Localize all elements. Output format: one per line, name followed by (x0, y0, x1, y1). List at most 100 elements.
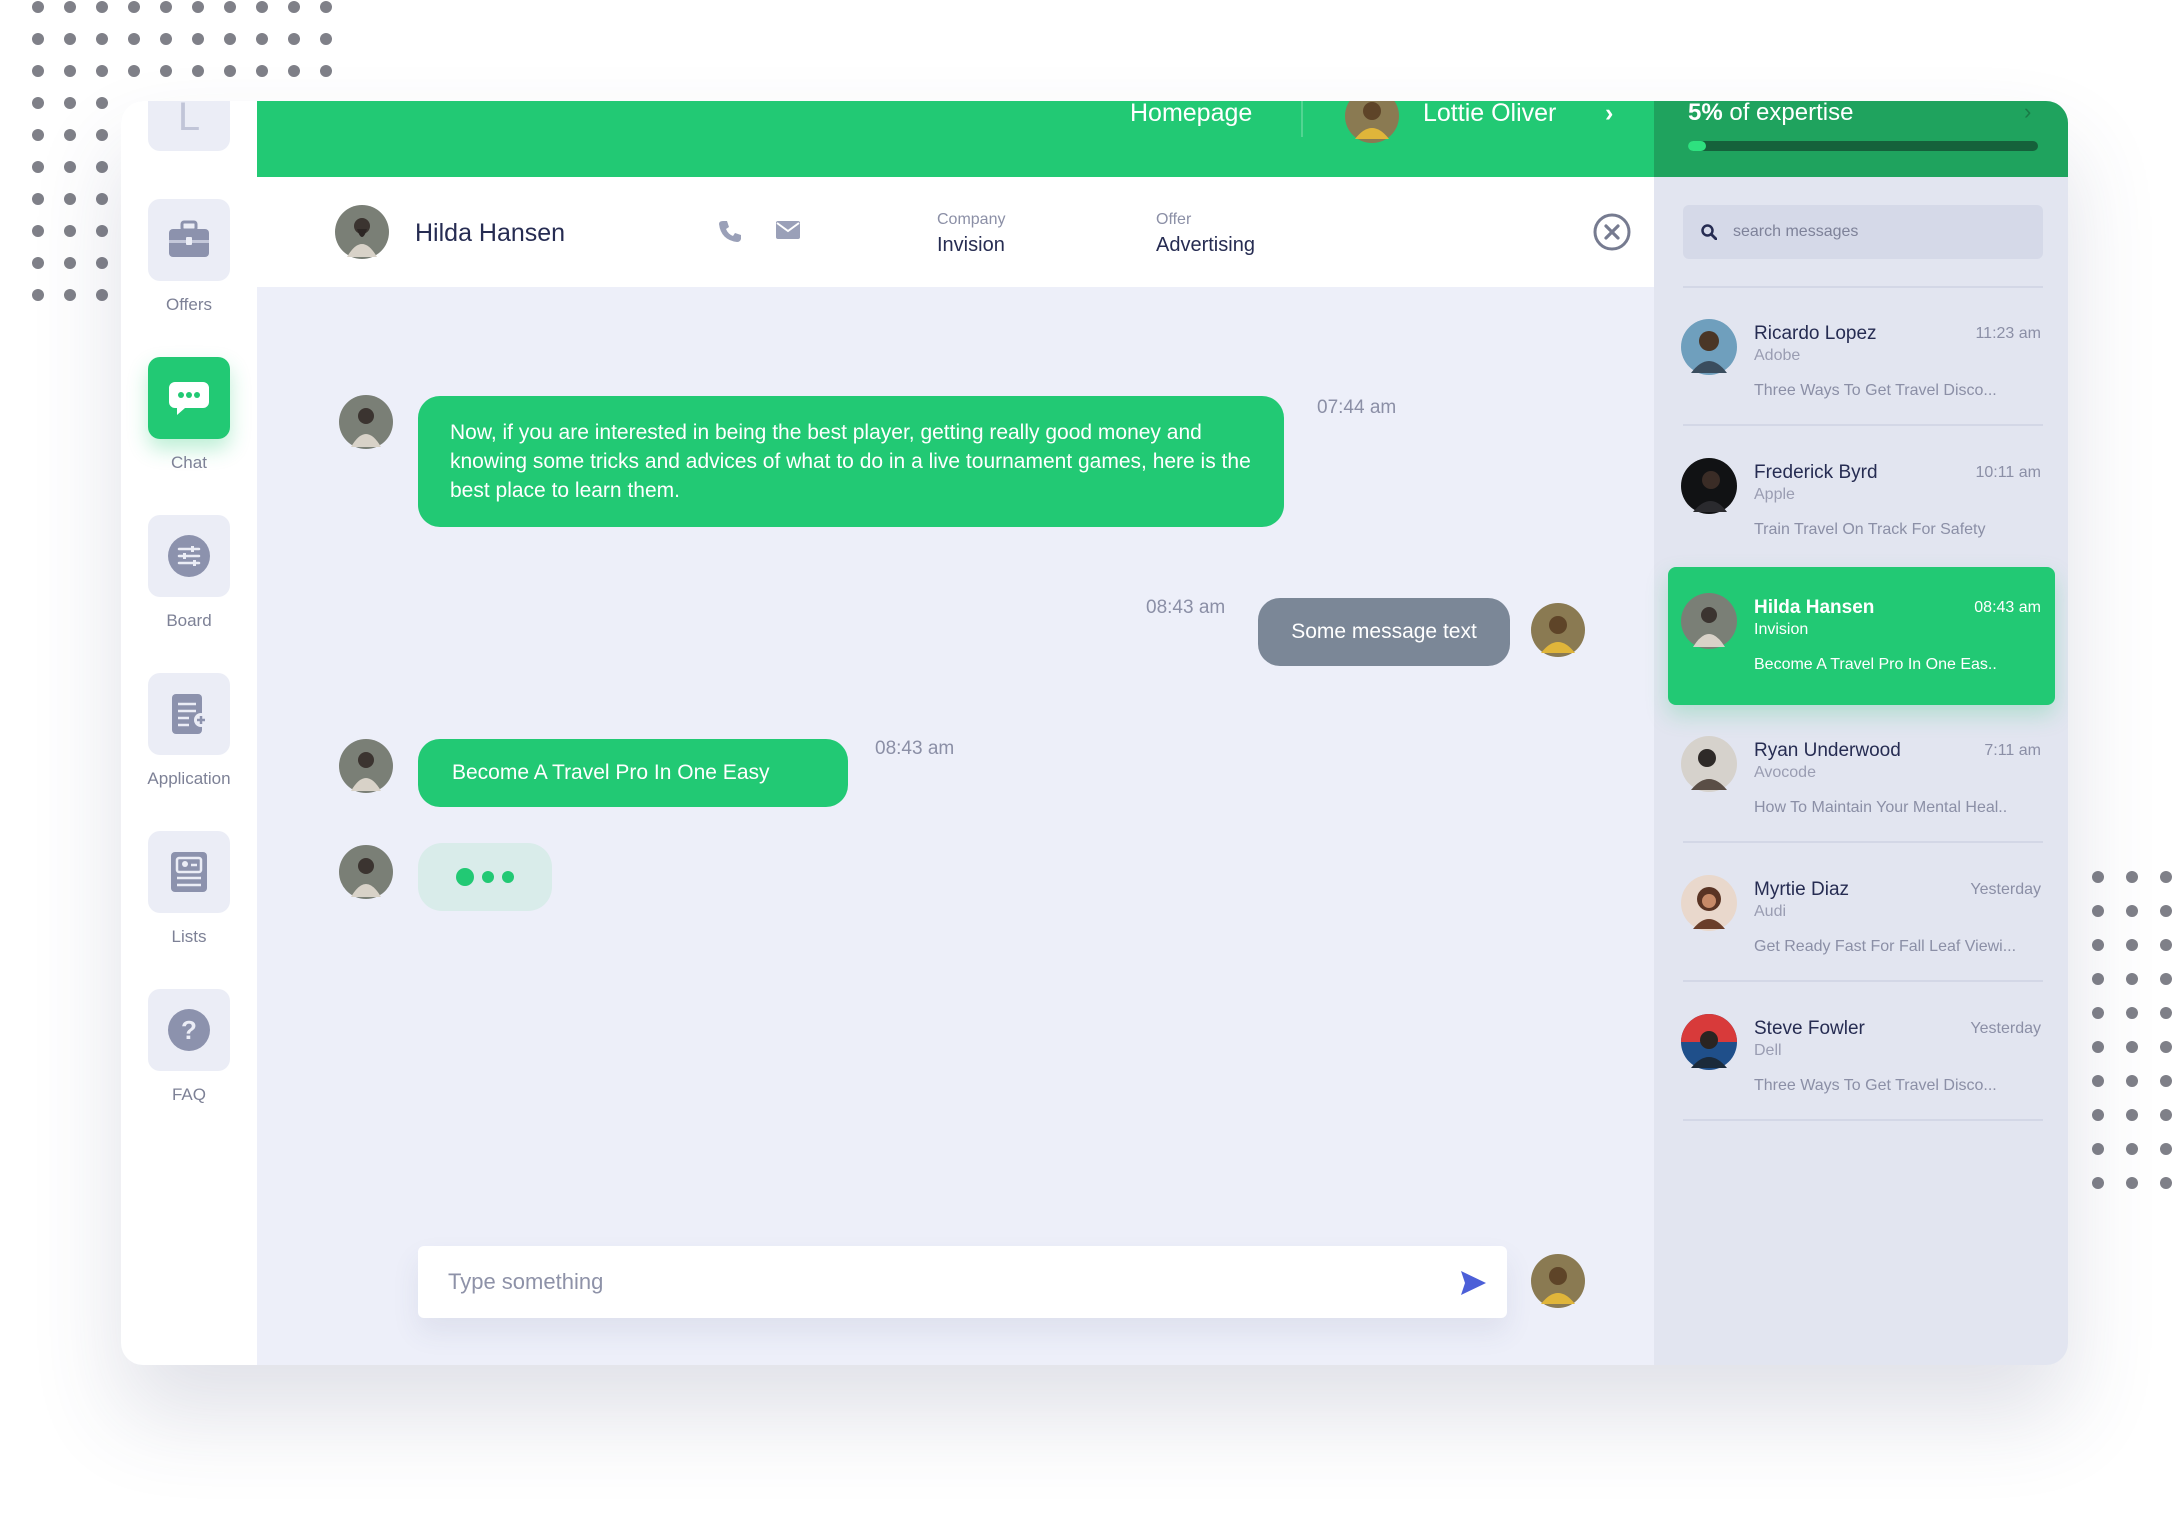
expertise-label: of expertise (1729, 101, 1854, 126)
message-avatar (339, 739, 393, 793)
decorative-dot (2160, 1177, 2172, 1189)
decorative-dot (64, 161, 76, 173)
user-menu-chevron-icon[interactable]: › (1605, 101, 1613, 128)
message-timestamp: 08:43 am (1146, 597, 1226, 618)
decorative-dot (2126, 1075, 2138, 1087)
conversation-preview: Become A Travel Pro In One Eas.. (1754, 656, 1997, 673)
conversation-item[interactable]: Steve Fowler Yesterday Dell Three Ways T… (1668, 988, 2055, 1126)
decorative-dot (32, 193, 44, 205)
decorative-dot (192, 1, 204, 13)
conversation-item[interactable]: Myrtie Diaz Yesterday Audi Get Ready Fas… (1668, 849, 2055, 987)
nav-label-lists: Lists (171, 927, 207, 946)
company-value: Invision (937, 234, 1005, 256)
decorative-dot (2092, 1007, 2104, 1019)
conversation-name: Steve Fowler (1754, 1018, 1865, 1039)
decorative-dot-grid-right (2060, 870, 2178, 1210)
decorative-dot (2160, 1143, 2172, 1155)
conversation-preview: How To Maintain Your Mental Heal.. (1754, 799, 2008, 816)
decorative-dot (2092, 905, 2104, 917)
conversation-company: Invision (1754, 621, 1809, 638)
decorative-dot (32, 129, 44, 141)
nav-item-application[interactable]: Application (121, 673, 257, 813)
current-user-name[interactable]: Lottie Oliver (1423, 101, 1556, 128)
conversation-avatar (1681, 593, 1737, 649)
send-icon[interactable] (1458, 1268, 1488, 1298)
message-avatar (339, 395, 393, 449)
nav-item-board[interactable]: Board (121, 515, 257, 655)
conversation-company: Apple (1754, 486, 1795, 503)
message-input[interactable] (448, 1246, 1428, 1318)
svg-text:?: ? (181, 1015, 197, 1045)
decorative-dot (96, 129, 108, 141)
expertise-text: 5% of expertise (1688, 101, 1853, 127)
nav-label-board: Board (166, 611, 212, 630)
decorative-dot (2126, 973, 2138, 985)
homepage-link[interactable]: Homepage (1130, 101, 1252, 128)
composer-user-avatar (1531, 1254, 1585, 1308)
left-sidebar: L Offers Chat Board Application Lists ? … (121, 101, 257, 1365)
typing-dot (502, 871, 514, 883)
current-user-avatar[interactable] (1345, 101, 1399, 143)
contact-name: Hilda Hansen (415, 219, 566, 247)
nav-item-lists[interactable]: Lists (121, 831, 257, 971)
offer-label: Offer (1156, 211, 1192, 228)
close-chat-icon[interactable] (1592, 212, 1632, 252)
contact-avatar[interactable] (335, 205, 389, 259)
conversation-company: Dell (1754, 1042, 1782, 1059)
conversation-avatar (1681, 458, 1737, 514)
decorative-dot (256, 33, 268, 45)
decorative-dot (2160, 1041, 2172, 1053)
nav-item-faq[interactable]: ? FAQ (121, 989, 257, 1129)
conversation-item[interactable]: Ricardo Lopez 11:23 am Adobe Three Ways … (1668, 293, 2055, 431)
nav-label-offers: Offers (166, 295, 212, 314)
briefcase-icon (148, 199, 230, 281)
decorative-dot (2126, 905, 2138, 917)
conversation-item[interactable]: Frederick Byrd 10:11 am Apple Train Trav… (1668, 432, 2055, 570)
nav-label-chat: Chat (171, 453, 207, 472)
decorative-dot (2092, 871, 2104, 883)
message-avatar (1531, 603, 1585, 657)
decorative-dot (2160, 871, 2172, 883)
decorative-dot (2126, 1007, 2138, 1019)
conversation-item[interactable]: Ryan Underwood 7:11 am Avocode How To Ma… (1668, 710, 2055, 848)
decorative-dot (224, 33, 236, 45)
phone-icon[interactable] (717, 219, 743, 245)
search-input[interactable] (1733, 205, 2029, 259)
decorative-dot (256, 1, 268, 13)
decorative-dot (160, 33, 172, 45)
expertise-chevron-icon[interactable]: › (2024, 101, 2031, 125)
mail-icon[interactable] (775, 219, 801, 241)
decorative-dot (2126, 1109, 2138, 1121)
nav-item-chat[interactable]: Chat (121, 357, 257, 497)
conversation-time: 11:23 am (1975, 325, 2041, 342)
decorative-dot (64, 97, 76, 109)
search-icon (1701, 224, 1717, 240)
decorative-dot (2092, 939, 2104, 951)
decorative-dot (32, 289, 44, 301)
decorative-dot (2160, 1109, 2172, 1121)
decorative-dot (320, 65, 332, 77)
conversation-avatar (1681, 736, 1737, 792)
list-divider (1683, 841, 2043, 843)
decorative-dot (32, 65, 44, 77)
nav-item-offers[interactable]: Offers (121, 199, 257, 339)
conversation-time: Yesterday (1970, 1020, 2041, 1037)
message-bubble-outgoing: Some message text (1258, 598, 1510, 666)
conversation-item-active[interactable]: Hilda Hansen 08:43 am Invision Become A … (1668, 567, 2055, 705)
list-divider (1683, 1119, 2043, 1121)
page: L Offers Chat Board Application Lists ? … (0, 0, 2178, 1522)
conversation-time: 08:43 am (1974, 599, 2041, 616)
decorative-dot (2126, 1041, 2138, 1053)
nav-label-faq: FAQ (171, 1085, 206, 1104)
decorative-dot (64, 65, 76, 77)
decorative-dot (288, 1, 300, 13)
document-add-icon (148, 673, 230, 755)
typing-indicator (418, 843, 552, 911)
conversation-company: Adobe (1754, 347, 1801, 364)
decorative-dot (2126, 1177, 2138, 1189)
decorative-dot (32, 1, 44, 13)
conversation-name: Myrtie Diaz (1754, 879, 1850, 900)
decorative-dot (32, 161, 44, 173)
conversation-avatar (1681, 1014, 1737, 1070)
conversation-avatar (1681, 319, 1737, 375)
